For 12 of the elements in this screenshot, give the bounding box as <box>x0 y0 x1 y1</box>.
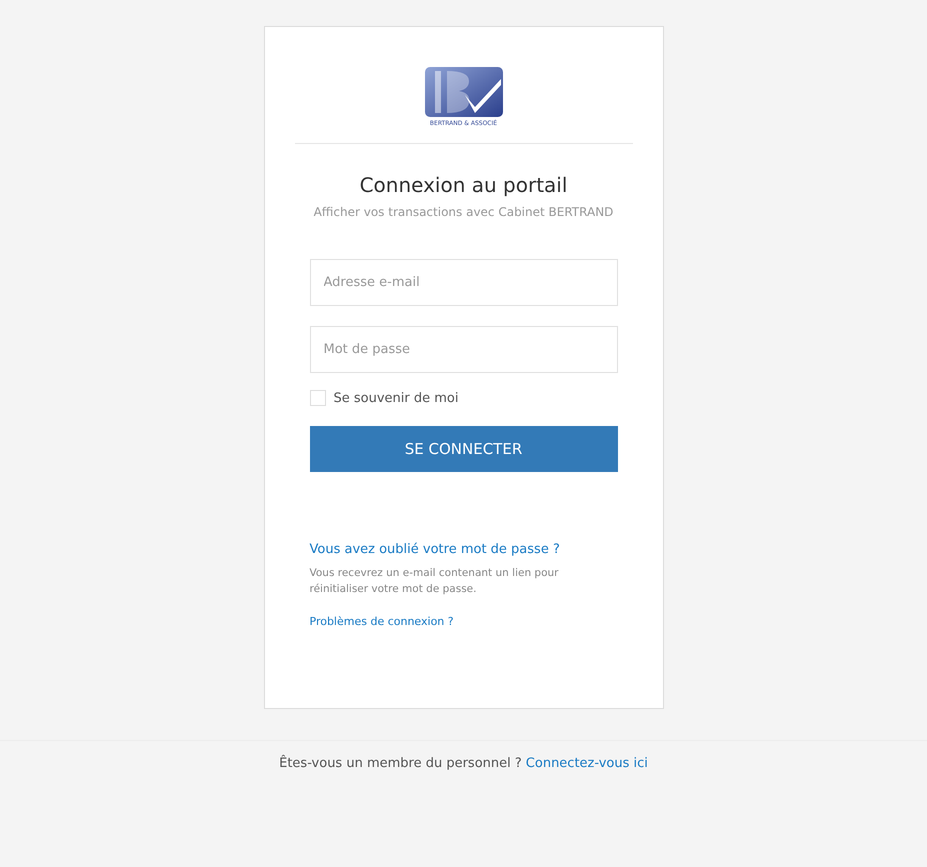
page-heading: Connexion au portail <box>358 173 568 197</box>
problems-link[interactable]: Problèmes de connexion ? <box>310 615 618 628</box>
staff-login-link[interactable]: Connectez-vous ici <box>526 756 648 771</box>
email-field[interactable]: Adresse e-mail <box>310 259 618 306</box>
reset-note: Vous recevrez un e-mail contenant un lien pour réinitialiser votre mot de passe. <box>310 566 560 597</box>
forgot-password-link[interactable]: Vous avez oublié votre mot de passe ? <box>310 542 618 557</box>
staff-question: Êtes-vous un membre du personnel ? <box>279 756 522 771</box>
remember-label: Se souvenir de moi <box>334 390 458 406</box>
subtitle: Afficher vos transactions avec Cabinet BERTRAND <box>312 205 614 219</box>
password-field[interactable]: Mot de passe <box>310 326 618 373</box>
remember-checkbox[interactable] <box>310 390 326 406</box>
login-button[interactable]: SE CONNECTER <box>310 426 618 472</box>
